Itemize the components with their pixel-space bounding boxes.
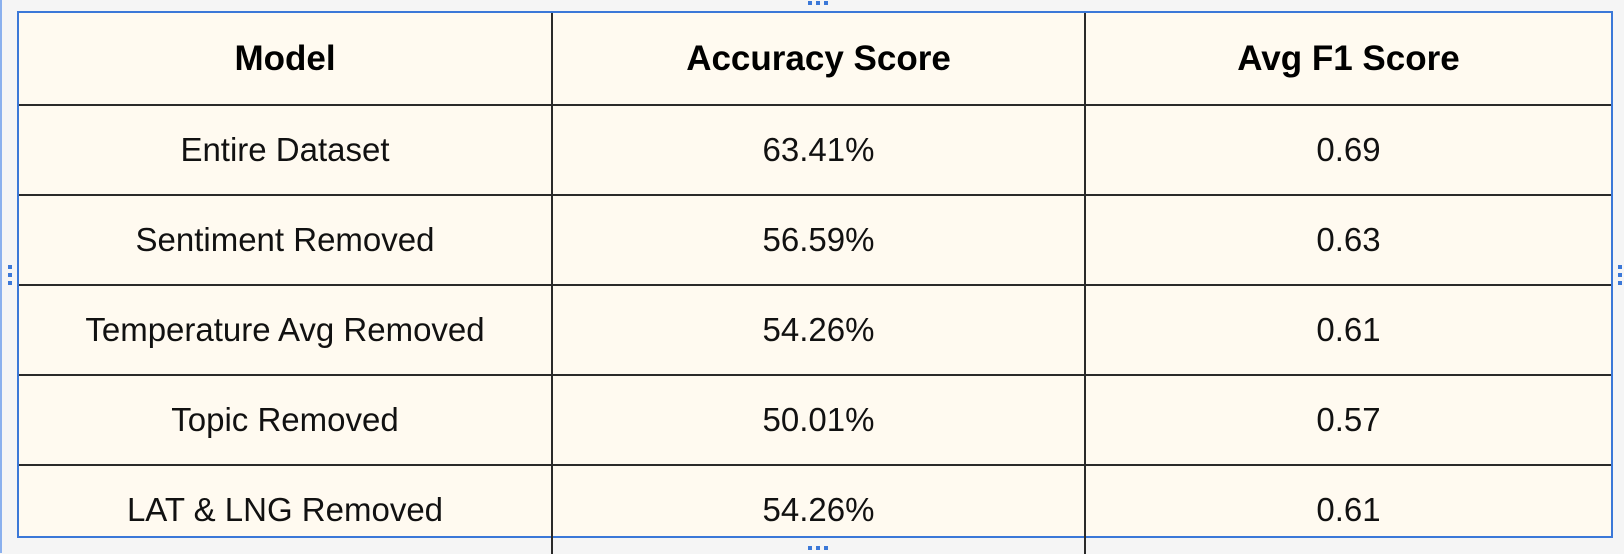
cell-f1: 0.63 [1084, 194, 1611, 286]
resize-handle-top[interactable] [824, 1, 828, 5]
cell-model: Temperature Avg Removed [19, 284, 553, 376]
header-row: Model Accuracy Score Avg F1 Score [19, 13, 1611, 106]
cell-f1: 0.69 [1084, 104, 1611, 196]
header-accuracy: Accuracy Score [551, 13, 1086, 106]
header-f1: Avg F1 Score [1084, 13, 1611, 106]
resize-handle-left[interactable] [8, 273, 12, 277]
header-model: Model [19, 13, 553, 106]
selection-edge [0, 0, 2, 553]
table-row: Temperature Avg Removed 54.26% 0.61 [19, 284, 1611, 376]
results-table: Model Accuracy Score Avg F1 Score Entire… [19, 13, 1611, 554]
cell-f1: 0.61 [1084, 464, 1611, 554]
cell-accuracy: 54.26% [551, 284, 1086, 376]
cell-model: Entire Dataset [19, 104, 553, 196]
table-row: LAT & LNG Removed 54.26% 0.61 [19, 464, 1611, 554]
cell-accuracy: 54.26% [551, 464, 1086, 554]
results-table-container[interactable]: Model Accuracy Score Avg F1 Score Entire… [17, 11, 1613, 554]
cell-accuracy: 50.01% [551, 374, 1086, 466]
resize-handle-top[interactable] [808, 1, 812, 5]
cell-f1: 0.61 [1084, 284, 1611, 376]
resize-handle-top[interactable] [816, 1, 820, 5]
resize-handle-left[interactable] [8, 265, 12, 269]
table-row: Topic Removed 50.01% 0.57 [19, 374, 1611, 466]
resize-handle-right[interactable] [1618, 281, 1622, 285]
cell-accuracy: 56.59% [551, 194, 1086, 286]
cell-accuracy: 63.41% [551, 104, 1086, 196]
resize-handle-right[interactable] [1618, 273, 1622, 277]
resize-handle-left[interactable] [8, 281, 12, 285]
cell-f1: 0.57 [1084, 374, 1611, 466]
cell-model: LAT & LNG Removed [19, 464, 553, 554]
table-row: Sentiment Removed 56.59% 0.63 [19, 194, 1611, 286]
cell-model: Sentiment Removed [19, 194, 553, 286]
cell-model: Topic Removed [19, 374, 553, 466]
resize-handle-right[interactable] [1618, 265, 1622, 269]
table-row: Entire Dataset 63.41% 0.69 [19, 104, 1611, 196]
